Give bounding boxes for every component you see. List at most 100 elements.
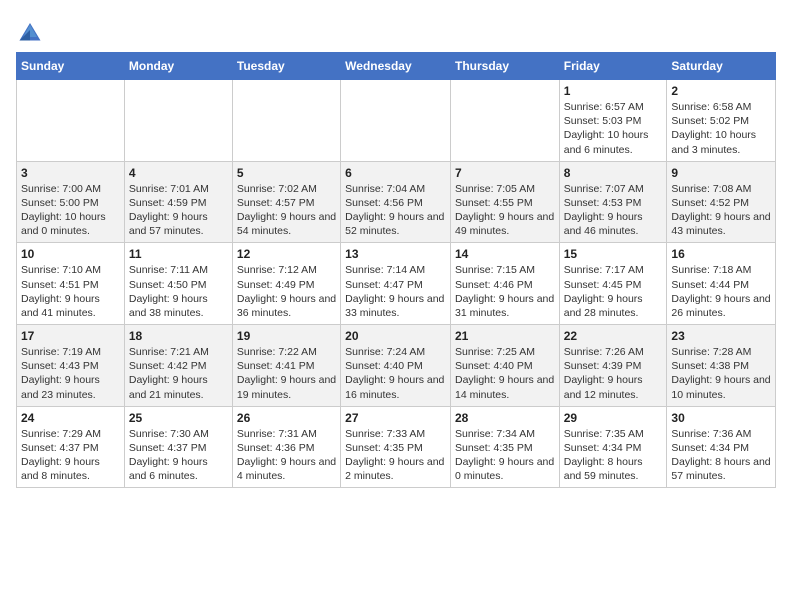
day-number: 29 (564, 411, 663, 425)
day-number: 19 (237, 329, 336, 343)
calendar-week-2: 3 Sunrise: 7:00 AM Sunset: 5:00 PM Daylig… (17, 161, 776, 243)
day-number: 15 (564, 247, 663, 261)
calendar-cell (17, 80, 125, 162)
day-info: Sunrise: 7:14 AM Sunset: 4:47 PM Dayligh… (345, 263, 446, 320)
day-number: 6 (345, 166, 446, 180)
day-number: 18 (129, 329, 228, 343)
day-info: Sunrise: 7:10 AM Sunset: 4:51 PM Dayligh… (21, 263, 120, 320)
day-info: Sunrise: 7:00 AM Sunset: 5:00 PM Dayligh… (21, 182, 120, 239)
calendar-cell: 23Sunrise: 7:28 AM Sunset: 4:38 PM Dayli… (667, 325, 776, 407)
header-saturday: Saturday (667, 53, 776, 80)
calendar-cell: 21 Sunrise: 7:25 AM Sunset: 4:40 PM Dayli… (450, 325, 559, 407)
calendar-cell: 2 Sunrise: 6:58 AM Sunset: 5:02 PM Daylig… (667, 80, 776, 162)
calendar-cell: 4 Sunrise: 7:01 AM Sunset: 4:59 PM Daylig… (124, 161, 232, 243)
day-number: 2 (671, 84, 771, 98)
day-number: 7 (455, 166, 555, 180)
calendar-cell: 24Sunrise: 7:29 AM Sunset: 4:37 PM Dayli… (17, 406, 125, 488)
calendar-cell: 10 Sunrise: 7:10 AM Sunset: 4:51 PM Dayli… (17, 243, 125, 325)
header-friday: Friday (559, 53, 667, 80)
day-number: 26 (237, 411, 336, 425)
calendar-cell: 5 Sunrise: 7:02 AM Sunset: 4:57 PM Daylig… (232, 161, 340, 243)
calendar-week-1: 1 Sunrise: 6:57 AM Sunset: 5:03 PM Daylig… (17, 80, 776, 162)
day-number: 13 (345, 247, 446, 261)
calendar-cell (232, 80, 340, 162)
calendar-cell: 3 Sunrise: 7:00 AM Sunset: 5:00 PM Daylig… (17, 161, 125, 243)
calendar-cell: 9 Sunrise: 7:08 AM Sunset: 4:52 PM Daylig… (667, 161, 776, 243)
day-number: 5 (237, 166, 336, 180)
day-info: Sunrise: 7:12 AM Sunset: 4:49 PM Dayligh… (237, 263, 336, 320)
calendar-week-3: 10 Sunrise: 7:10 AM Sunset: 4:51 PM Dayli… (17, 243, 776, 325)
day-info: Sunrise: 7:08 AM Sunset: 4:52 PM Dayligh… (671, 182, 771, 239)
calendar-cell: 13 Sunrise: 7:14 AM Sunset: 4:47 PM Dayli… (341, 243, 451, 325)
day-number: 14 (455, 247, 555, 261)
day-info: Sunrise: 7:22 AM Sunset: 4:41 PM Dayligh… (237, 345, 336, 402)
day-info: Sunrise: 7:25 AM Sunset: 4:40 PM Dayligh… (455, 345, 555, 402)
day-info: Sunrise: 7:02 AM Sunset: 4:57 PM Dayligh… (237, 182, 336, 239)
calendar-cell: 7 Sunrise: 7:05 AM Sunset: 4:55 PM Daylig… (450, 161, 559, 243)
calendar-header-row: SundayMondayTuesdayWednesdayThursdayFrid… (17, 53, 776, 80)
day-number: 30 (671, 411, 771, 425)
calendar-cell: 8Sunrise: 7:07 AM Sunset: 4:53 PM Daylig… (559, 161, 667, 243)
calendar-week-5: 24Sunrise: 7:29 AM Sunset: 4:37 PM Dayli… (17, 406, 776, 488)
calendar-cell: 26 Sunrise: 7:31 AM Sunset: 4:36 PM Dayli… (232, 406, 340, 488)
calendar-cell: 14 Sunrise: 7:15 AM Sunset: 4:46 PM Dayli… (450, 243, 559, 325)
day-info: Sunrise: 7:26 AM Sunset: 4:39 PM Dayligh… (564, 345, 663, 402)
header-monday: Monday (124, 53, 232, 80)
header-wednesday: Wednesday (341, 53, 451, 80)
day-info: Sunrise: 7:17 AM Sunset: 4:45 PM Dayligh… (564, 263, 663, 320)
day-info: Sunrise: 7:04 AM Sunset: 4:56 PM Dayligh… (345, 182, 446, 239)
day-number: 17 (21, 329, 120, 343)
day-number: 20 (345, 329, 446, 343)
header-sunday: Sunday (17, 53, 125, 80)
calendar-cell (124, 80, 232, 162)
day-number: 27 (345, 411, 446, 425)
day-number: 16 (671, 247, 771, 261)
day-info: Sunrise: 7:24 AM Sunset: 4:40 PM Dayligh… (345, 345, 446, 402)
logo (16, 16, 48, 44)
calendar-cell: 22 Sunrise: 7:26 AM Sunset: 4:39 PM Dayli… (559, 325, 667, 407)
day-info: Sunrise: 7:01 AM Sunset: 4:59 PM Dayligh… (129, 182, 228, 239)
day-info: Sunrise: 7:34 AM Sunset: 4:35 PM Dayligh… (455, 427, 555, 484)
day-number: 11 (129, 247, 228, 261)
calendar-cell: 18 Sunrise: 7:21 AM Sunset: 4:42 PM Dayli… (124, 325, 232, 407)
day-number: 23 (671, 329, 771, 343)
calendar-cell: 1 Sunrise: 6:57 AM Sunset: 5:03 PM Daylig… (559, 80, 667, 162)
calendar-cell: 12 Sunrise: 7:12 AM Sunset: 4:49 PM Dayli… (232, 243, 340, 325)
page-header (16, 16, 776, 44)
day-info: Sunrise: 7:18 AM Sunset: 4:44 PM Dayligh… (671, 263, 771, 320)
calendar-cell: 15 Sunrise: 7:17 AM Sunset: 4:45 PM Dayli… (559, 243, 667, 325)
calendar-table: SundayMondayTuesdayWednesdayThursdayFrid… (16, 52, 776, 488)
header-thursday: Thursday (450, 53, 559, 80)
header-tuesday: Tuesday (232, 53, 340, 80)
day-number: 1 (564, 84, 663, 98)
day-number: 8 (564, 166, 663, 180)
day-number: 9 (671, 166, 771, 180)
day-info: Sunrise: 7:05 AM Sunset: 4:55 PM Dayligh… (455, 182, 555, 239)
calendar-cell: 19 Sunrise: 7:22 AM Sunset: 4:41 PM Dayli… (232, 325, 340, 407)
day-info: Sunrise: 7:31 AM Sunset: 4:36 PM Dayligh… (237, 427, 336, 484)
calendar-cell: 11Sunrise: 7:11 AM Sunset: 4:50 PM Dayli… (124, 243, 232, 325)
calendar-cell: 17 Sunrise: 7:19 AM Sunset: 4:43 PM Dayli… (17, 325, 125, 407)
day-info: Sunrise: 7:35 AM Sunset: 4:34 PM Dayligh… (564, 427, 663, 484)
day-info: Sunrise: 7:21 AM Sunset: 4:42 PM Dayligh… (129, 345, 228, 402)
day-info: Sunrise: 6:58 AM Sunset: 5:02 PM Dayligh… (671, 100, 771, 157)
calendar-week-4: 17 Sunrise: 7:19 AM Sunset: 4:43 PM Dayli… (17, 325, 776, 407)
calendar-cell: 29 Sunrise: 7:35 AM Sunset: 4:34 PM Dayli… (559, 406, 667, 488)
day-number: 22 (564, 329, 663, 343)
day-number: 28 (455, 411, 555, 425)
day-info: Sunrise: 7:19 AM Sunset: 4:43 PM Dayligh… (21, 345, 120, 402)
day-number: 10 (21, 247, 120, 261)
day-info: Sunrise: 7:36 AM Sunset: 4:34 PM Dayligh… (671, 427, 771, 484)
day-info: Sunrise: 7:29 AM Sunset: 4:37 PM Dayligh… (21, 427, 120, 484)
day-info: Sunrise: 6:57 AM Sunset: 5:03 PM Dayligh… (564, 100, 663, 157)
day-info: Sunrise: 7:33 AM Sunset: 4:35 PM Dayligh… (345, 427, 446, 484)
day-number: 3 (21, 166, 120, 180)
day-number: 4 (129, 166, 228, 180)
day-number: 12 (237, 247, 336, 261)
day-info: Sunrise: 7:15 AM Sunset: 4:46 PM Dayligh… (455, 263, 555, 320)
calendar-cell: 30 Sunrise: 7:36 AM Sunset: 4:34 PM Dayli… (667, 406, 776, 488)
day-number: 21 (455, 329, 555, 343)
calendar-cell: 16 Sunrise: 7:18 AM Sunset: 4:44 PM Dayli… (667, 243, 776, 325)
calendar-cell (450, 80, 559, 162)
day-number: 25 (129, 411, 228, 425)
